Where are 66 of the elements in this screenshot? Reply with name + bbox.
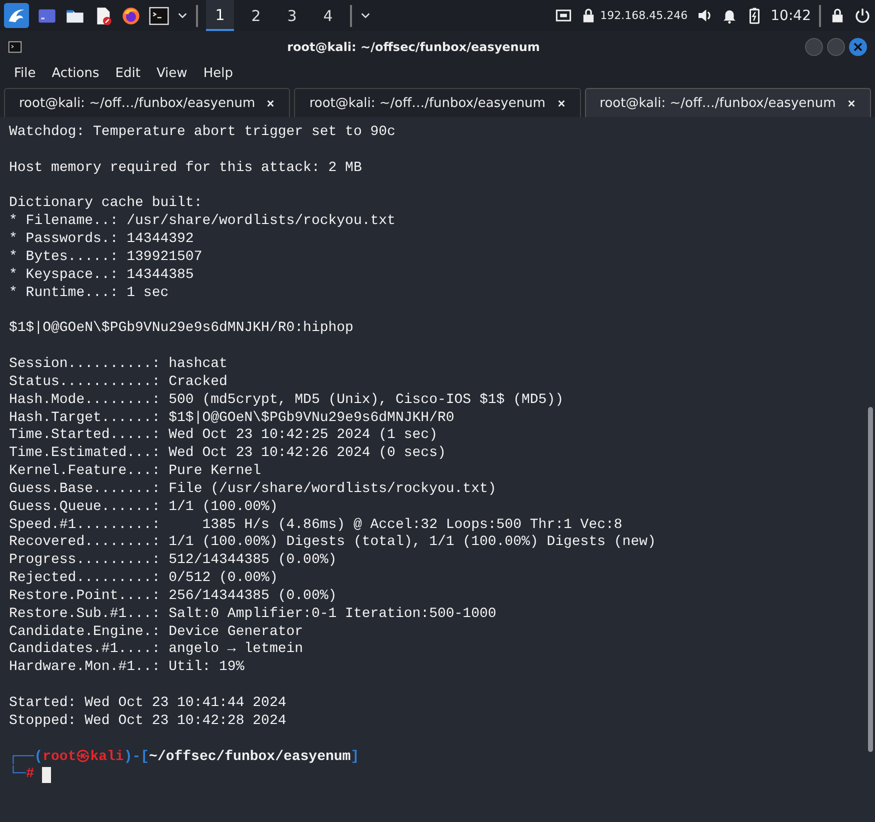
output-line: Started: Wed Oct 23 10:41:44 2024 xyxy=(9,695,288,713)
output-line: * Passwords.: 14344392 xyxy=(9,231,195,249)
workspace-button[interactable]: 2 xyxy=(242,0,270,31)
output-line: * Filename..: /usr/share/wordlists/rockyou.txt xyxy=(9,213,396,232)
close-tab-icon[interactable] xyxy=(846,98,856,108)
prompt-path: ~/offsec/funbox/easyenum xyxy=(149,748,351,766)
menu-item[interactable]: View xyxy=(156,66,188,81)
terminal-icon xyxy=(8,40,22,54)
output-line: Recovered........: 1/1 (100.00%) Digests (total), 1/1 (100.00%) Digests (new) xyxy=(9,534,657,552)
prompt-frame: └─ xyxy=(9,766,26,784)
window-title: root@kali: ~/offsec/funbox/easyenum xyxy=(286,40,541,54)
chevron-down-icon[interactable] xyxy=(177,10,188,21)
output-line: Watchdog: Temperature abort trigger set to 90c xyxy=(9,124,396,142)
terminal-icon[interactable] xyxy=(149,6,169,26)
output-line: Restore.Point....: 256/14344385 (0.00%) xyxy=(9,588,338,606)
network-icon[interactable] xyxy=(555,7,572,24)
menu-item[interactable]: Edit xyxy=(115,66,140,81)
prompt-user: root㉿kali xyxy=(42,748,124,766)
terminal-tab[interactable]: root@kali: ~/off…/funbox/easyenum xyxy=(294,88,581,117)
output-line: Candidates.#1....: angelo → letmein xyxy=(9,641,304,660)
output-line: Hash.Target......: $1$|O@GOeN\$PGb9VNu29e9s6dMNJKH/R0 xyxy=(9,410,456,428)
ip-address: 192.168.45.246 xyxy=(600,9,688,22)
menu-item[interactable]: Help xyxy=(203,66,233,81)
prompt-frame: ┌──( xyxy=(9,748,43,766)
output-line: Speed.#1.........: 1385 H/s (4.86ms) @ Accel:32 Loops:500 Thr:1 Vec:8 xyxy=(9,516,624,534)
output-line: Guess.Queue......: 1/1 (100.00%) xyxy=(9,498,279,517)
output-line: Candidate.Engine.: Device Generator xyxy=(9,624,304,642)
output-line: Kernel.Feature...: Pure Kernel xyxy=(9,463,262,481)
output-line: Time.Started.....: Wed Oct 23 10:42:25 2024 (1 sec) xyxy=(9,427,438,446)
chevron-down-icon[interactable] xyxy=(360,10,371,21)
menu-item[interactable]: Actions xyxy=(52,66,100,81)
workspace-button[interactable]: 3 xyxy=(278,0,306,31)
prompt-frame: )-[ xyxy=(124,748,150,766)
workspace-button[interactable]: 4 xyxy=(314,0,342,31)
dragon-menu-icon[interactable] xyxy=(4,3,29,28)
terminal-tab[interactable]: root@kali: ~/off…/funbox/easyenum xyxy=(584,88,871,117)
output-line: * Bytes.....: 139921507 xyxy=(9,248,204,267)
output-line: Hash.Mode........: 500 (md5crypt, MD5 (Unix), Cisco-IOS $1$ (MD5)) xyxy=(9,392,564,410)
output-line: Rejected.........: 0/512 (0.00%) xyxy=(9,570,279,588)
workspace-button[interactable]: 1 xyxy=(206,0,234,31)
output-line: Host memory required for this attack: 2 MB xyxy=(9,160,363,178)
output-line: Time.Estimated...: Wed Oct 23 10:42:26 2024 (0 secs) xyxy=(9,445,447,464)
prompt-frame: ] xyxy=(350,748,360,766)
terminal-tab[interactable]: root@kali: ~/off…/funbox/easyenum xyxy=(4,88,290,117)
output-line: Hardware.Mon.#1..: Util: 19% xyxy=(9,659,246,678)
output-line: Guess.Base.......: File (/usr/share/wordlists/rockyou.txt) xyxy=(9,480,498,499)
output-line: * Keyspace..: 14344385 xyxy=(9,266,195,285)
output-line: Stopped: Wed Oct 23 10:42:28 2024 xyxy=(9,712,288,731)
power-icon[interactable] xyxy=(854,7,871,24)
output-line: Session..........: hashcat xyxy=(9,356,228,374)
close-tab-icon[interactable] xyxy=(556,98,566,108)
close-tab-icon[interactable] xyxy=(266,98,276,108)
volume-icon[interactable] xyxy=(696,7,713,24)
close-icon[interactable] xyxy=(849,38,867,56)
prompt-user: # xyxy=(26,766,34,784)
output-line: $1$|O@GOeN\$PGb9VNu29e9s6dMNJKH/R0:hiphop xyxy=(9,320,354,338)
output-line: * Runtime...: 1 sec xyxy=(9,284,170,302)
output-line: Progress.........: 512/14344385 (0.00%) xyxy=(9,552,338,570)
menu-item[interactable]: File xyxy=(14,66,36,81)
clock[interactable]: 10:42 xyxy=(770,8,811,24)
scrollbar[interactable] xyxy=(868,407,873,752)
output-line: Restore.Sub.#1...: Salt:0 Amplifier:0-1 Iteration:500-1000 xyxy=(9,606,498,624)
text-cursor xyxy=(42,767,52,784)
output-line: Status...........: Cracked xyxy=(9,374,228,392)
browser-icon[interactable] xyxy=(121,6,141,26)
output-line: Dictionary cache built: xyxy=(9,195,204,214)
